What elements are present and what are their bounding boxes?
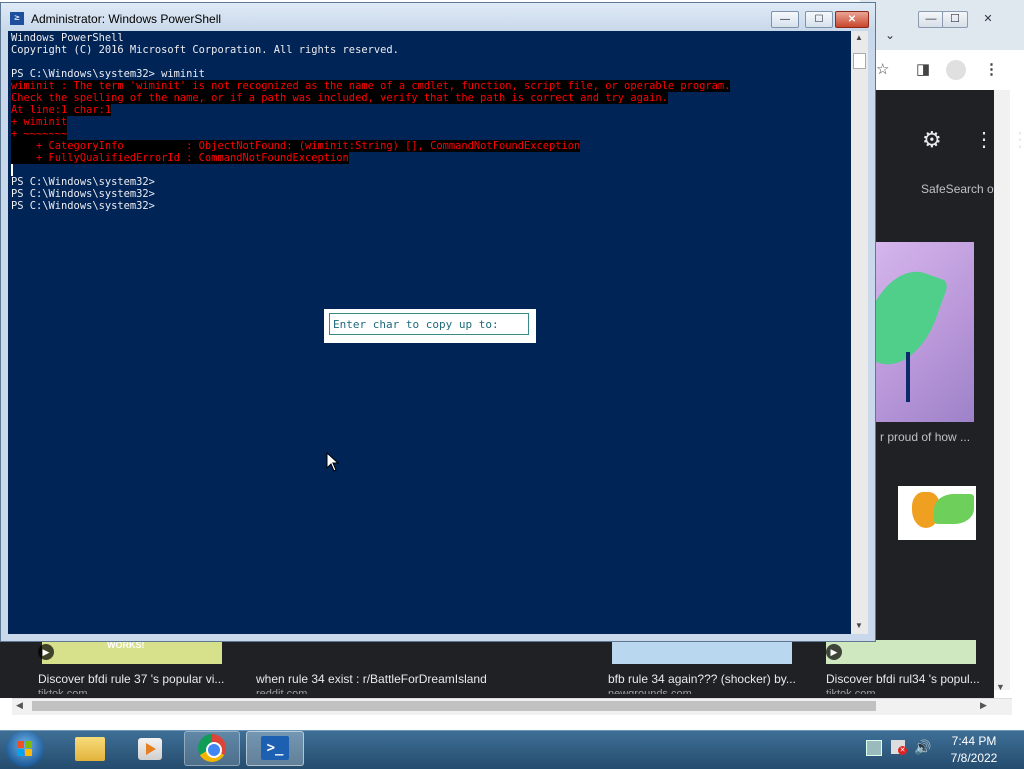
close-button[interactable]: ✕ [835, 11, 869, 28]
clock-time[interactable]: 7:44 PM [936, 734, 1012, 748]
console-command-line: PS C:\Windows\system32> wiminit [11, 68, 205, 80]
mouse-pointer-icon [326, 452, 340, 472]
powershell-taskbar-icon: >_ [261, 736, 289, 760]
console-line: Copyright (C) 2016 Microsoft Corporation… [11, 44, 399, 56]
scroll-down-arrow-icon[interactable]: ▼ [855, 621, 863, 630]
result-title[interactable]: bfb rule 34 again??? (shocker) by... [608, 672, 808, 686]
mark-copy-dialog: Enter char to copy up to: [324, 309, 536, 343]
console-vertical-scrollbar[interactable]: ▲ ▼ [851, 31, 868, 634]
copy-up-to-input[interactable]: Enter char to copy up to: [329, 313, 529, 335]
result-title[interactable]: Discover bfdi rul34 's popul... [826, 672, 986, 686]
folder-icon [75, 737, 105, 761]
result-source: tiktok.com [826, 688, 876, 694]
powershell-titlebar[interactable]: ≥ Administrator: Windows PowerShell — ☐ … [1, 3, 875, 31]
settings-gear-icon[interactable]: ⚙ [922, 127, 942, 153]
result-title[interactable]: when rule 34 exist : r/BattleForDreamIsl… [256, 672, 506, 686]
console-text: Windows PowerShell Copyright (C) 2016 Mi… [11, 32, 731, 212]
browser-menu-icon[interactable]: ⋮ [984, 60, 999, 78]
result-thumbnail[interactable] [826, 640, 976, 664]
windows-logo-icon [17, 741, 32, 756]
error-line: + FullyQualifiedErrorId : CommandNotFoun… [11, 152, 349, 164]
error-line: + ~~~~~~~ [11, 128, 68, 140]
bookmark-star-icon[interactable]: ☆ [876, 60, 889, 78]
browser-vertical-scrollbar[interactable] [994, 90, 1010, 690]
minimize-button[interactable]: — [771, 11, 799, 28]
scroll-left-arrow-icon[interactable]: ◀ [16, 700, 23, 711]
video-play-icon[interactable]: ▶ [38, 644, 54, 660]
console-prompt: PS C:\Windows\system32> [11, 188, 155, 200]
result-title[interactable]: Discover bfdi rule 37 's popular vi... [38, 672, 238, 686]
window-title: Administrator: Windows PowerShell [31, 12, 222, 26]
result-source: newgrounds.com [608, 688, 692, 694]
clock-date[interactable]: 7/8/2022 [936, 751, 1012, 765]
console-prompt: PS C:\Windows\system32> [11, 200, 155, 212]
console-prompt: PS C:\Windows\system32> [11, 176, 155, 188]
video-play-icon[interactable]: ▶ [826, 644, 842, 660]
browser-close-button[interactable]: ✕ [968, 11, 1008, 28]
error-line: At line:1 char:1 [11, 104, 112, 116]
media-play-icon [146, 743, 156, 755]
error-line: + wiminit [11, 116, 68, 128]
error-line: + CategoryInfo : ObjectNotFound: (wimini… [11, 140, 581, 152]
browser-minimize-button[interactable]: — [918, 11, 944, 28]
maximize-button[interactable]: ☐ [805, 11, 833, 28]
side-panel-icon[interactable]: ◨ [916, 60, 930, 78]
chrome-center-icon [206, 742, 222, 758]
volume-icon[interactable]: 🔊 [914, 739, 931, 756]
console-line: Windows PowerShell [11, 32, 124, 44]
alert-x-icon: ✕ [898, 746, 907, 755]
safesearch-label[interactable]: SafeSearch o [921, 182, 994, 196]
result-source: tiktok.com [38, 688, 88, 694]
network-icon[interactable] [866, 740, 882, 756]
browser-maximize-button[interactable]: ☐ [942, 11, 968, 28]
error-line: Check the spelling of the name, or if a … [11, 92, 668, 104]
result-image-caption[interactable]: r proud of how ... [880, 430, 970, 444]
scroll-right-arrow-icon[interactable]: ▶ [980, 700, 987, 711]
result-source: reddit.com [256, 688, 308, 694]
scroll-down-arrow-icon[interactable]: ▼ [996, 682, 1005, 692]
error-line: wiminit : The term 'wiminit' is not reco… [11, 80, 731, 92]
profile-avatar-icon[interactable] [946, 60, 966, 80]
console-scroll-thumb[interactable] [853, 53, 866, 69]
result-image-leaf[interactable] [876, 242, 974, 422]
console-cursor [11, 164, 13, 176]
result-thumbnail[interactable] [612, 640, 792, 664]
tab-list-chevron-icon[interactable]: ⌄ [885, 28, 895, 42]
horizontal-scroll-thumb[interactable] [32, 701, 876, 711]
scroll-up-arrow-icon[interactable]: ▲ [855, 33, 863, 42]
powershell-icon[interactable]: ≥ [10, 12, 24, 25]
result-image-firey-leafy[interactable] [898, 486, 976, 540]
